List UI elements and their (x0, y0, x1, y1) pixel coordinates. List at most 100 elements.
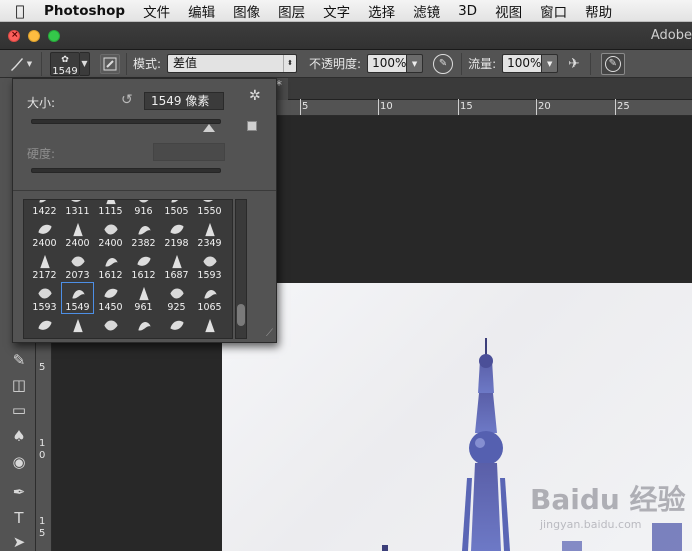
preset-scrollbar[interactable] (235, 199, 247, 339)
ruler-tick (378, 99, 379, 115)
brush-preset[interactable]: 2172 (28, 250, 61, 282)
gradient-tool[interactable]: ▭ (6, 398, 32, 422)
brush-preset[interactable]: 1593 (28, 282, 61, 314)
menu-filter[interactable]: 滤镜 (404, 1, 449, 21)
flow-input[interactable]: 100% (502, 54, 543, 73)
menu-help[interactable]: 帮助 (576, 1, 621, 21)
size-slider-thumb[interactable] (202, 124, 215, 132)
brush-preset-size: 2382 (131, 238, 156, 249)
menu-file[interactable]: 文件 (134, 1, 179, 21)
brush-preset[interactable]: 2073 (61, 250, 94, 282)
brush-preset-size: 2400 (98, 238, 123, 249)
menu-layer[interactable]: 图层 (269, 1, 314, 21)
brush-preset[interactable]: 2400 (28, 218, 61, 250)
brush-preset[interactable]: 961 (127, 282, 160, 314)
pressure-size-button[interactable]: ✎ (600, 52, 625, 75)
menu-select[interactable]: 选择 (359, 1, 404, 21)
brush-preset[interactable]: 2400 (94, 218, 127, 250)
size-slider[interactable] (31, 119, 221, 132)
menu-window[interactable]: 窗口 (531, 1, 576, 21)
menu-image[interactable]: 图像 (224, 1, 269, 21)
menu-type[interactable]: 文字 (314, 1, 359, 21)
menu-view[interactable]: 视图 (486, 1, 531, 21)
brush-preset-size: 1422 (32, 206, 57, 217)
brush-preset[interactable]: 1065 (193, 282, 226, 314)
brush-preset[interactable]: 1422 (28, 200, 61, 218)
blur-tool[interactable]: ♠ (6, 424, 32, 448)
brush-preset[interactable]: 1505 (160, 200, 193, 218)
brush-preset[interactable] (160, 314, 193, 338)
brush-preset[interactable] (127, 314, 160, 338)
pen-icon: ✒ (12, 483, 26, 501)
tool-preset-picker[interactable]: ▼ (0, 51, 42, 76)
brush-preset[interactable]: 1115 (94, 200, 127, 218)
reset-size-icon[interactable]: ↺ (121, 92, 133, 108)
menu-3d[interactable]: 3D (449, 3, 486, 19)
hardness-slider[interactable] (31, 168, 221, 173)
resize-grip-icon[interactable]: ⟋ (266, 328, 273, 339)
scrollbar-thumb[interactable] (237, 304, 245, 326)
title-bar: × Adobe (0, 22, 692, 50)
brush-tip-icon (40, 254, 50, 269)
opacity-dropdown[interactable]: ▼ (407, 54, 424, 73)
blend-mode-select[interactable]: 差值 ⬍ (167, 54, 298, 73)
hardness-input[interactable] (153, 143, 225, 161)
apple-icon[interactable]:  (0, 2, 40, 20)
brush-preset[interactable]: 925 (160, 282, 193, 314)
brush-preset[interactable]: 1450 (94, 282, 127, 314)
type-icon: T (14, 509, 24, 527)
menu-edit[interactable]: 编辑 (179, 1, 224, 21)
brush-tip-icon (203, 256, 217, 267)
brush-tip-icon (104, 288, 118, 298)
ruler-tick (536, 99, 537, 115)
brush-preset[interactable]: 2400 (61, 218, 94, 250)
history-brush-tool[interactable]: ✎ (6, 348, 32, 372)
brush-picker-toggle[interactable]: ▼ (80, 51, 90, 76)
brush-preset[interactable]: 916 (127, 200, 160, 218)
brush-preset-size: 2400 (32, 238, 57, 249)
brush-preset[interactable] (28, 314, 61, 338)
ruler-label: 5 (302, 101, 309, 112)
pressure-size-icon: ✎ (604, 55, 621, 72)
minimize-window-button[interactable] (28, 30, 40, 42)
maximize-window-button[interactable] (48, 30, 60, 42)
opacity-input[interactable]: 100% (367, 54, 408, 73)
brush-preset-preview[interactable]: ✿ 1549 (50, 51, 80, 77)
separator (126, 52, 127, 75)
path-selection-tool[interactable]: ➤ (6, 530, 32, 551)
brush-preset[interactable]: 1550 (193, 200, 226, 218)
pen-tool[interactable]: ✒ (6, 480, 32, 504)
brush-preset[interactable]: 1612 (94, 250, 127, 282)
dodge-tool[interactable]: ◉ (6, 450, 32, 474)
size-input[interactable]: 1549 像素 (144, 92, 224, 110)
airbrush-icon[interactable]: ✈ (568, 56, 580, 72)
brush-preset[interactable] (193, 314, 226, 338)
brush-preset-size: 925 (167, 302, 186, 313)
close-window-button[interactable]: × (8, 30, 20, 42)
brush-preset-size: 1593 (32, 302, 57, 313)
brush-preset-size: 1612 (98, 270, 123, 281)
brush-preset[interactable] (61, 314, 94, 338)
brush-tip-icon (73, 318, 83, 333)
brush-preset-size: 1505 (164, 206, 189, 217)
brush-preset[interactable] (94, 314, 127, 338)
pressure-opacity-icon[interactable]: ✎ (433, 53, 454, 74)
type-tool[interactable]: T (6, 506, 32, 530)
ruler-tick (300, 99, 301, 115)
brush-tip-icon (38, 288, 52, 299)
eraser-tool[interactable]: ◫ (6, 373, 32, 397)
new-preset-icon[interactable] (247, 121, 257, 131)
brush-panel-button[interactable] (100, 53, 120, 74)
brush-preset[interactable]: 1593 (193, 250, 226, 282)
brush-preset[interactable]: 1549 (61, 282, 94, 314)
gear-icon[interactable]: ✲ (249, 88, 261, 104)
brush-preset[interactable]: 2349 (193, 218, 226, 250)
brush-preset[interactable]: 2382 (127, 218, 160, 250)
brush-tip-icon (39, 200, 47, 203)
brush-preset[interactable]: 1612 (127, 250, 160, 282)
menu-app[interactable]: Photoshop (40, 3, 134, 19)
brush-preset[interactable]: 1311 (61, 200, 94, 218)
brush-preset[interactable]: 2198 (160, 218, 193, 250)
brush-preset[interactable]: 1687 (160, 250, 193, 282)
flow-dropdown[interactable]: ▼ (542, 54, 559, 73)
